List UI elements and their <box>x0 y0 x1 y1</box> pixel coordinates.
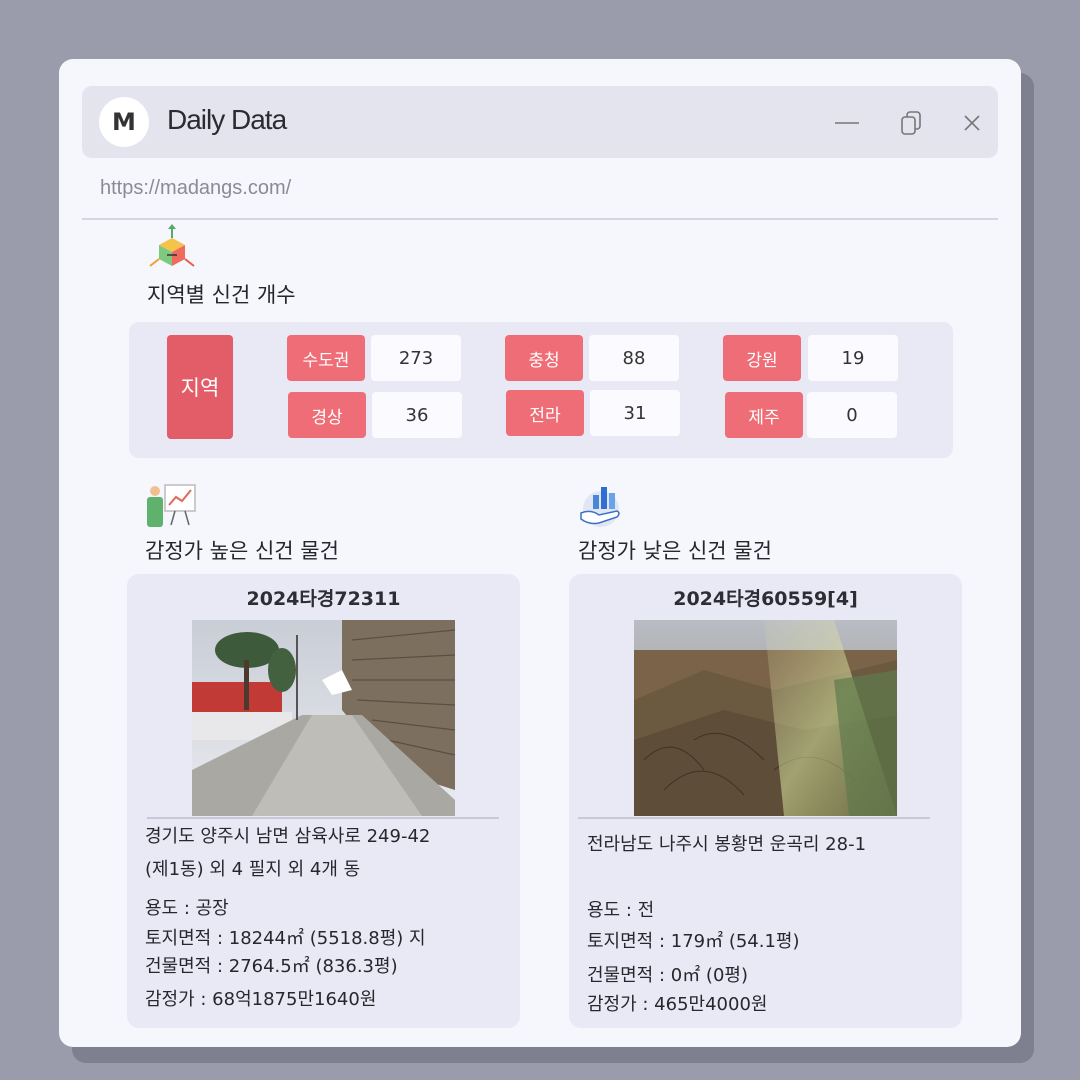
high-address-line1: 경기도 양주시 남면 삼육사로 249-42 <box>145 826 431 847</box>
high-address-line2: (제1동) 외 4 필지 외 4개 동 <box>145 859 361 880</box>
high-property-photo[interactable] <box>192 620 455 816</box>
region-label-gyeongsang: 경상 <box>288 392 366 438</box>
close-button[interactable] <box>957 108 987 138</box>
region-count-jeolla: 31 <box>590 390 680 436</box>
low-address-line1: 전라남도 나주시 봉황면 운곡리 28-1 <box>587 834 867 855</box>
presentation-chart-icon <box>145 481 197 533</box>
title-bar: M Daily Data <box>82 86 998 158</box>
region-section-title: 지역별 신건 개수 <box>147 283 296 307</box>
low-value-card[interactable]: 2024타경60559[4] 전라남도 나주시 봉황면 운곡리 28-1 용도 … <box>569 574 962 1028</box>
hand-chart-icon <box>577 481 625 533</box>
low-card-divider <box>578 817 930 819</box>
header-divider <box>82 218 998 220</box>
minimize-icon <box>835 122 859 124</box>
high-appraisal: 감정가 : 68억1875만1640원 <box>145 989 377 1010</box>
cube-arrows-icon <box>147 224 197 276</box>
region-count-chungcheong: 88 <box>589 335 679 381</box>
low-case-number[interactable]: 2024타경60559[4] <box>569 584 962 611</box>
low-usage: 용도 : 전 <box>587 900 655 921</box>
low-appraisal: 감정가 : 465만4000원 <box>587 994 768 1015</box>
low-building-area: 건물면적 : 0㎡ (0평) <box>587 965 748 986</box>
app-logo: M <box>99 97 149 147</box>
region-count-gyeongsang: 36 <box>372 392 462 438</box>
region-label-gangwon: 강원 <box>723 335 801 381</box>
high-building-area: 건물면적 : 2764.5㎡ (836.3평) <box>145 956 398 977</box>
region-count-jeju: 0 <box>807 392 897 438</box>
app-window: M Daily Data https://madangs.com/ 지역별 신건… <box>59 59 1021 1047</box>
low-property-photo[interactable] <box>634 620 897 816</box>
region-label-jeolla: 전라 <box>506 390 584 436</box>
app-title: Daily Data <box>167 104 287 135</box>
high-card-divider <box>147 817 499 819</box>
minimize-button[interactable] <box>832 108 862 138</box>
region-head-label: 지역 <box>167 335 233 439</box>
high-land-area: 토지면적 : 18244㎡ (5518.8평) 지 <box>145 928 426 949</box>
url-text[interactable]: https://madangs.com/ <box>100 177 291 200</box>
low-land-area: 토지면적 : 179㎡ (54.1평) <box>587 931 800 952</box>
high-usage: 용도 : 공장 <box>145 898 229 919</box>
region-label-jeju: 제주 <box>725 392 803 438</box>
copy-button[interactable] <box>897 108 927 138</box>
high-section-title: 감정가 높은 신건 물건 <box>145 539 339 563</box>
region-label-capital: 수도권 <box>287 335 365 381</box>
region-count-capital: 273 <box>371 335 461 381</box>
region-count-panel: 지역 수도권 273 충청 88 강원 19 경상 36 전라 31 제주 0 <box>129 322 953 458</box>
low-section-title: 감정가 낮은 신건 물건 <box>578 539 772 563</box>
high-case-number[interactable]: 2024타경72311 <box>127 584 520 611</box>
region-label-chungcheong: 충청 <box>505 335 583 381</box>
region-count-gangwon: 19 <box>808 335 898 381</box>
close-icon <box>964 115 980 131</box>
high-value-card[interactable]: 2024타경72311 경기도 양주시 남면 삼육사로 249-42 (제1동)… <box>127 574 520 1028</box>
copy-icon <box>901 111 921 135</box>
